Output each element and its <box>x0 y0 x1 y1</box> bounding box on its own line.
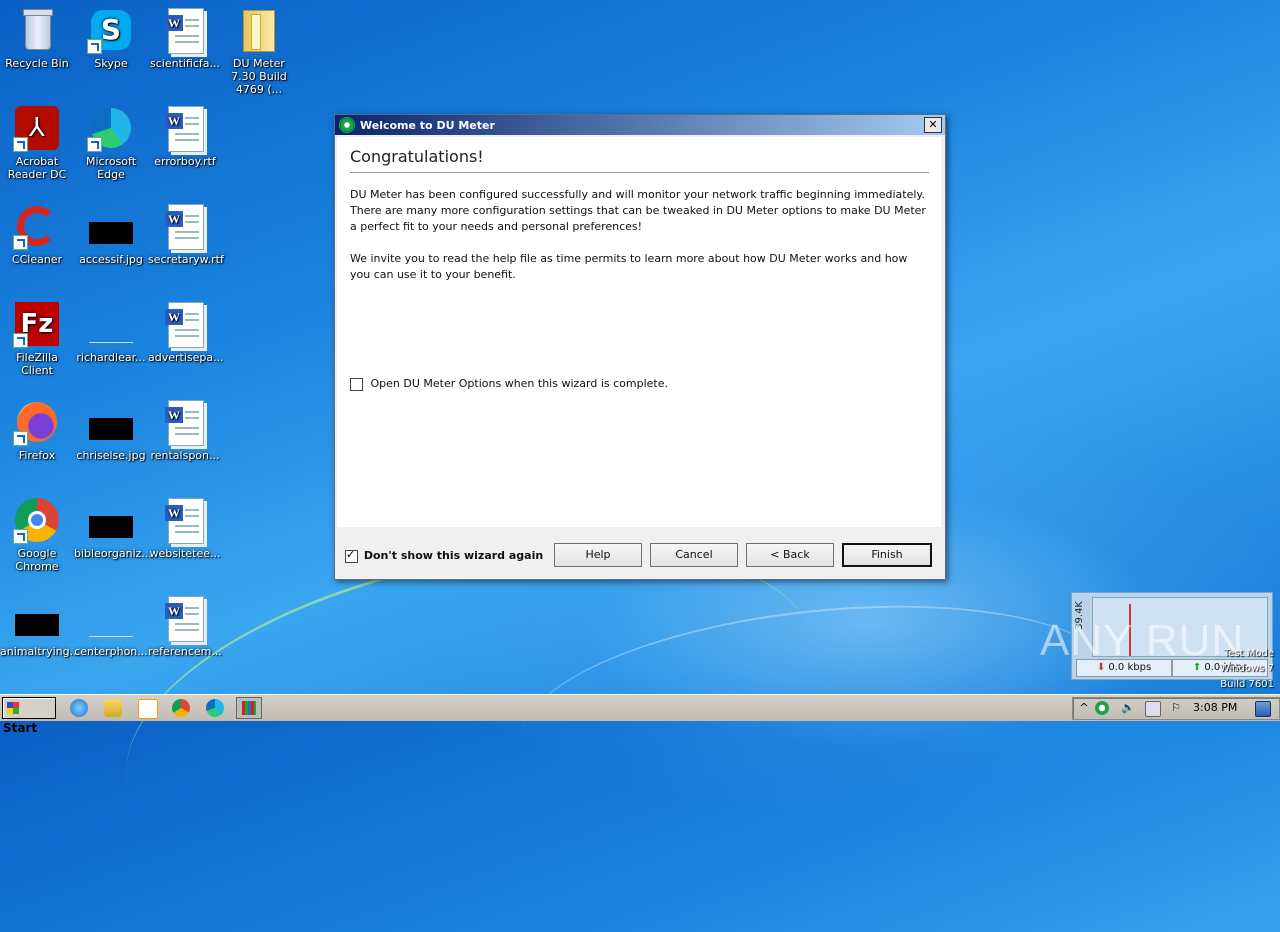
desktop-icon-rentalspon[interactable]: W rentalspon... <box>148 398 222 462</box>
word-document-icon: W <box>161 6 209 54</box>
help-button[interactable]: Help <box>554 543 642 567</box>
cancel-button[interactable]: Cancel <box>650 543 738 567</box>
desktop-icon-scientificfa[interactable]: W scientificfa... <box>148 6 222 70</box>
dialog-titlebar[interactable]: Welcome to DU Meter <box>335 115 945 135</box>
shortcut-arrow-icon <box>13 137 28 152</box>
word-document-icon: W <box>161 300 209 348</box>
windows-flag-icon <box>7 702 19 714</box>
word-document-icon: W <box>161 202 209 250</box>
chrome-taskbar-icon[interactable] <box>172 699 190 717</box>
desktop-icon-recycle-bin[interactable]: Recycle Bin <box>0 6 74 70</box>
image-file-icon <box>87 496 135 544</box>
network-icon[interactable] <box>1145 701 1161 717</box>
dialog-footer: Don't show this wizard again Help Cancel… <box>337 528 941 576</box>
clock[interactable]: 3:08 PM <box>1193 701 1237 714</box>
dialog-content: Congratulations! DU Meter has been confi… <box>337 137 941 527</box>
show-desktop-icon[interactable] <box>1255 701 1271 717</box>
folder-icon <box>235 6 283 54</box>
desktop-icon-referencem[interactable]: W referencem... <box>148 594 222 658</box>
os-tag-line2: Windows 7 <box>1219 663 1274 674</box>
desktop-icon-acrobat[interactable]: ⅄ Acrobat Reader DC <box>0 104 74 181</box>
desktop-icon-advertisepa[interactable]: W advertisepa... <box>148 300 224 364</box>
image-file-icon <box>87 594 135 642</box>
action-center-flag-icon[interactable]: ⚐ <box>1169 701 1183 715</box>
recycle-bin-icon <box>13 6 61 54</box>
page-heading: Congratulations! <box>350 147 484 166</box>
du-meter-app-icon <box>339 117 355 133</box>
finish-button[interactable]: Finish <box>842 543 932 567</box>
intro-paragraph: DU Meter has been configured successfull… <box>350 188 926 233</box>
open-options-row[interactable]: Open DU Meter Options when this wizard i… <box>350 377 668 391</box>
shortcut-arrow-icon <box>13 235 28 250</box>
open-options-checkbox[interactable] <box>350 377 363 391</box>
edge-icon <box>87 104 135 152</box>
desktop-icon-centerphon[interactable]: centerphon... <box>74 594 148 658</box>
word-document-icon: W <box>161 496 209 544</box>
tray-expand-icon[interactable]: ^ <box>1077 701 1091 715</box>
dont-show-row[interactable]: Don't show this wizard again <box>345 548 544 563</box>
shortcut-arrow-icon <box>87 39 102 54</box>
desktop-icon-richardlear[interactable]: richardlear... <box>74 300 148 364</box>
acrobat-icon: ⅄ <box>13 104 61 152</box>
word-document-icon: W <box>161 398 209 446</box>
skype-icon: S <box>87 6 135 54</box>
word-document-icon: W <box>161 594 209 642</box>
image-file-icon <box>87 202 135 250</box>
desktop-icon-edge[interactable]: Microsoft Edge <box>74 104 148 181</box>
taskbar: Start ^ 🔈 ⚐ 3:08 PM <box>0 694 1280 735</box>
edge-taskbar-icon[interactable] <box>206 699 224 717</box>
shortcut-arrow-icon <box>13 529 28 544</box>
chrome-icon <box>13 496 61 544</box>
shortcut-arrow-icon <box>87 137 102 152</box>
desktop-icon-errorboy[interactable]: W errorboy.rtf <box>148 104 222 168</box>
desktop-icon-secretaryw[interactable]: W secretaryw.rtf <box>148 202 224 266</box>
desktop-icon-websitetee[interactable]: W websitetee... <box>148 496 222 560</box>
desktop-icon-chriselse[interactable]: chriselse.jpg <box>74 398 148 462</box>
desktop-icon-skype[interactable]: S Skype <box>74 6 148 70</box>
volume-icon[interactable]: 🔈 <box>1121 701 1135 715</box>
ccleaner-icon <box>13 202 61 250</box>
desktop-icon-accessif[interactable]: accessif.jpg <box>74 202 148 266</box>
shortcut-arrow-icon <box>13 431 28 446</box>
ie-icon[interactable] <box>70 699 88 717</box>
filezilla-icon: Fz <box>13 300 61 348</box>
os-tag-line3: Build 7601 <box>1220 679 1274 690</box>
back-button[interactable]: < Back <box>746 543 834 567</box>
open-options-label: Open DU Meter Options when this wizard i… <box>370 377 669 390</box>
dont-show-checkbox[interactable] <box>345 548 358 563</box>
help-paragraph: We invite you to read the help file as t… <box>350 252 908 281</box>
dont-show-label: Don't show this wizard again <box>363 549 544 562</box>
dialog-title: Welcome to DU Meter <box>360 118 495 132</box>
image-file-icon <box>87 300 135 348</box>
desktop-icon-chrome[interactable]: Google Chrome <box>0 496 74 573</box>
os-tag-line1: Test Mode <box>1223 648 1274 659</box>
start-button[interactable]: Start <box>2 697 56 735</box>
desktop-icon-ccleaner[interactable]: CCleaner <box>0 202 74 266</box>
word-document-icon: W <box>161 104 209 152</box>
system-tray: ^ 🔈 ⚐ 3:08 PM <box>1072 697 1280 720</box>
image-file-icon <box>87 398 135 446</box>
shortcut-arrow-icon <box>13 333 28 348</box>
close-button[interactable]: ✕ <box>924 117 942 133</box>
anyrun-watermark: ANY RUN <box>1040 616 1245 665</box>
du-meter-tray-icon[interactable] <box>1095 701 1109 715</box>
desktop-icon-filezilla[interactable]: Fz FileZilla Client <box>0 300 74 377</box>
du-meter-taskbar-button[interactable] <box>236 697 262 719</box>
desktop-icon-firefox[interactable]: Firefox <box>0 398 74 462</box>
explorer-icon[interactable] <box>104 699 122 717</box>
desktop-icon-du-meter-folder[interactable]: DU Meter 7.30 Build 4769 (... <box>222 6 296 96</box>
desktop-icon-animaltrying[interactable]: animaltrying... <box>0 594 80 658</box>
firefox-icon <box>13 398 61 446</box>
desktop-icon-bibleorganiz[interactable]: bibleorganiz... <box>74 496 152 560</box>
du-meter-welcome-dialog: Welcome to DU Meter ✕ Congratulations! D… <box>334 114 946 580</box>
heading-divider <box>350 172 929 173</box>
media-player-icon[interactable] <box>138 699 158 719</box>
image-file-icon <box>13 594 61 642</box>
